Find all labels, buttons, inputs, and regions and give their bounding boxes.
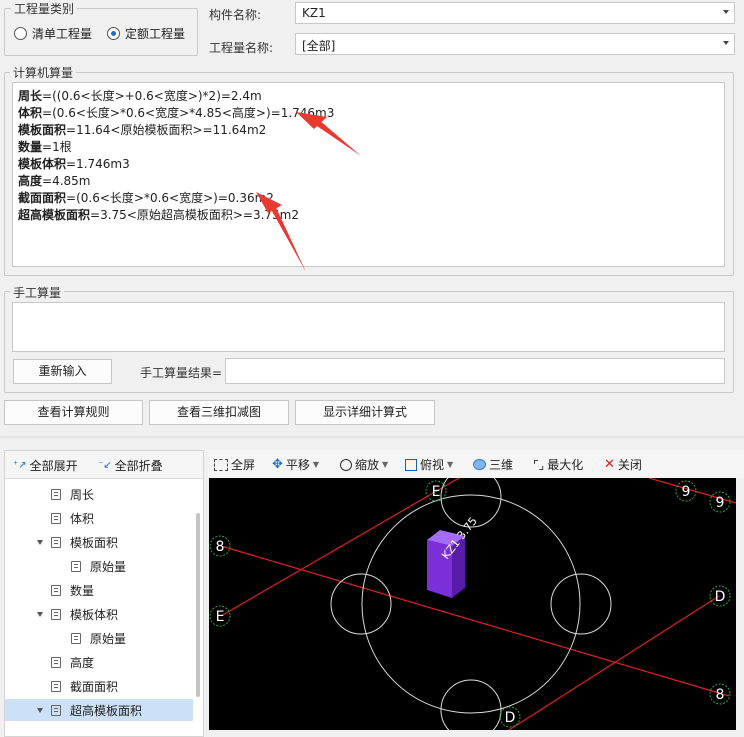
document-icon bbox=[51, 704, 61, 716]
show-detail-formula-button[interactable]: 显示详细计算式 bbox=[295, 400, 435, 425]
viewport-background bbox=[209, 478, 736, 730]
tree-expand-icon[interactable] bbox=[37, 540, 43, 545]
document-icon bbox=[51, 656, 61, 668]
pan-button[interactable]: ✥ 平移 ▼ bbox=[272, 456, 319, 473]
axis-label: 9 bbox=[716, 495, 725, 511]
collapse-all-button[interactable]: ⁻↙ 全部折叠 bbox=[98, 457, 163, 474]
chevron-down-icon: ▼ bbox=[312, 460, 320, 469]
sphere-icon bbox=[473, 459, 486, 470]
zoom-label: 缩放 bbox=[355, 458, 380, 472]
axis-label: D bbox=[505, 710, 516, 726]
maximize-button[interactable]: ⌜⌟ 最大化 bbox=[533, 456, 583, 473]
top-view-label: 俯视 bbox=[420, 458, 445, 472]
cube-icon bbox=[405, 458, 417, 471]
tree-item-label: 原始量 bbox=[90, 559, 127, 574]
tree-item-label: 体积 bbox=[70, 511, 95, 526]
close-icon: ✕ bbox=[604, 457, 615, 472]
document-icon bbox=[51, 512, 61, 524]
arrow-to-formwork bbox=[256, 192, 306, 272]
expand-all-button[interactable]: ⁺↗ 全部展开 bbox=[13, 457, 78, 474]
annotation-arrows bbox=[256, 112, 361, 272]
tree-item-label: 模板体积 bbox=[70, 607, 119, 622]
collapse-all-label: 全部折叠 bbox=[114, 459, 163, 473]
collapse-icon: ⁻↙ bbox=[98, 460, 112, 471]
axis-label: 8 bbox=[216, 539, 225, 555]
separator bbox=[0, 436, 744, 438]
zoom-icon bbox=[340, 458, 352, 471]
document-icon bbox=[51, 608, 61, 620]
tree-item[interactable]: 数量 bbox=[5, 579, 193, 601]
document-icon bbox=[71, 560, 81, 572]
tree-item-label: 数量 bbox=[70, 583, 95, 598]
pan-label: 平移 bbox=[285, 458, 310, 472]
top-view-button[interactable]: 俯视 ▼ bbox=[405, 456, 453, 473]
manual-result-input[interactable] bbox=[225, 358, 725, 384]
document-icon bbox=[51, 536, 61, 548]
tree-expand-icon[interactable] bbox=[37, 708, 43, 713]
tree-toolbar: ⁺↗ 全部展开 ⁻↙ 全部折叠 bbox=[5, 451, 203, 479]
maximize-icon: ⌜⌟ bbox=[533, 457, 545, 472]
threed-button[interactable]: 三维 bbox=[473, 456, 513, 473]
tree-scrollbar[interactable] bbox=[196, 513, 200, 697]
axis-label: E bbox=[216, 609, 225, 625]
fullscreen-icon bbox=[214, 458, 228, 471]
tree-item-label: 高度 bbox=[70, 655, 95, 670]
document-icon bbox=[51, 680, 61, 692]
document-icon bbox=[51, 584, 61, 596]
maximize-label: 最大化 bbox=[547, 458, 584, 472]
manual-calc-legend: 手工算量 bbox=[10, 284, 65, 301]
tree-item-label: 超高模板面积 bbox=[70, 703, 143, 718]
tree-item[interactable]: 原始量 bbox=[5, 555, 193, 577]
axis-label: 9 bbox=[682, 484, 691, 500]
fullscreen-label: 全屏 bbox=[231, 458, 256, 472]
expand-all-label: 全部展开 bbox=[29, 459, 78, 473]
tree-item[interactable]: 体积 bbox=[5, 507, 193, 529]
tree-item-label: 周长 bbox=[70, 487, 95, 502]
reinput-button[interactable]: 重新输入 bbox=[13, 359, 112, 384]
close-label: 关闭 bbox=[617, 458, 642, 472]
chevron-down-icon: ▼ bbox=[447, 460, 454, 469]
tree-item-label: 模板面积 bbox=[70, 535, 119, 550]
view-toolbar: 全屏 ✥ 平移 ▼ 缩放 ▼ 俯视 ▼ 三维 ⌜⌟ 最大化 ✕ 关闭 bbox=[208, 450, 744, 478]
viewport-3d[interactable]: KZ1 3.75 E 9 9 8 E D 8 D bbox=[209, 478, 736, 730]
tree-item[interactable]: 超高模板面积 bbox=[5, 699, 193, 721]
tree-item[interactable]: 原始量 bbox=[5, 627, 193, 649]
view-3d-deduct-button[interactable]: 查看三维扣减图 bbox=[149, 400, 289, 425]
fullscreen-button[interactable]: 全屏 bbox=[214, 456, 255, 473]
tree-item[interactable]: 周长 bbox=[5, 483, 193, 505]
axis-label: 8 bbox=[716, 687, 725, 703]
tree-panel: ⁺↗ 全部展开 ⁻↙ 全部折叠 周长 体积 模板面积 原始量 数量 模板体积 原始量 高度 截面… bbox=[4, 450, 204, 737]
axis-label: E bbox=[432, 484, 441, 500]
tree-item[interactable]: 截面面积 bbox=[5, 675, 193, 697]
arrow-to-volume bbox=[296, 112, 361, 156]
tree-item[interactable]: 模板面积 bbox=[5, 531, 193, 553]
zoom-button[interactable]: 缩放 ▼ bbox=[340, 456, 388, 473]
expand-icon: ⁺↗ bbox=[13, 460, 27, 471]
pan-icon: ✥ bbox=[272, 457, 283, 472]
manual-calc-input[interactable] bbox=[12, 302, 725, 352]
tree-list: 周长 体积 模板面积 原始量 数量 模板体积 原始量 高度 截面面积 超高模板面积 bbox=[5, 483, 195, 737]
view-rules-button[interactable]: 查看计算规则 bbox=[4, 400, 143, 425]
tree-item-label: 截面面积 bbox=[70, 679, 119, 694]
axis-label: D bbox=[715, 589, 726, 605]
tree-expand-icon[interactable] bbox=[37, 612, 43, 617]
document-icon bbox=[71, 632, 81, 644]
manual-result-label: 手工算量结果= bbox=[140, 366, 223, 380]
chevron-down-icon: ▼ bbox=[382, 460, 389, 469]
tree-item[interactable]: 模板体积 bbox=[5, 603, 193, 625]
threed-label: 三维 bbox=[489, 458, 514, 472]
close-button[interactable]: ✕ 关闭 bbox=[604, 456, 642, 473]
tree-item[interactable]: 高度 bbox=[5, 651, 193, 673]
tree-item-label: 原始量 bbox=[90, 631, 127, 646]
document-icon bbox=[51, 488, 61, 500]
